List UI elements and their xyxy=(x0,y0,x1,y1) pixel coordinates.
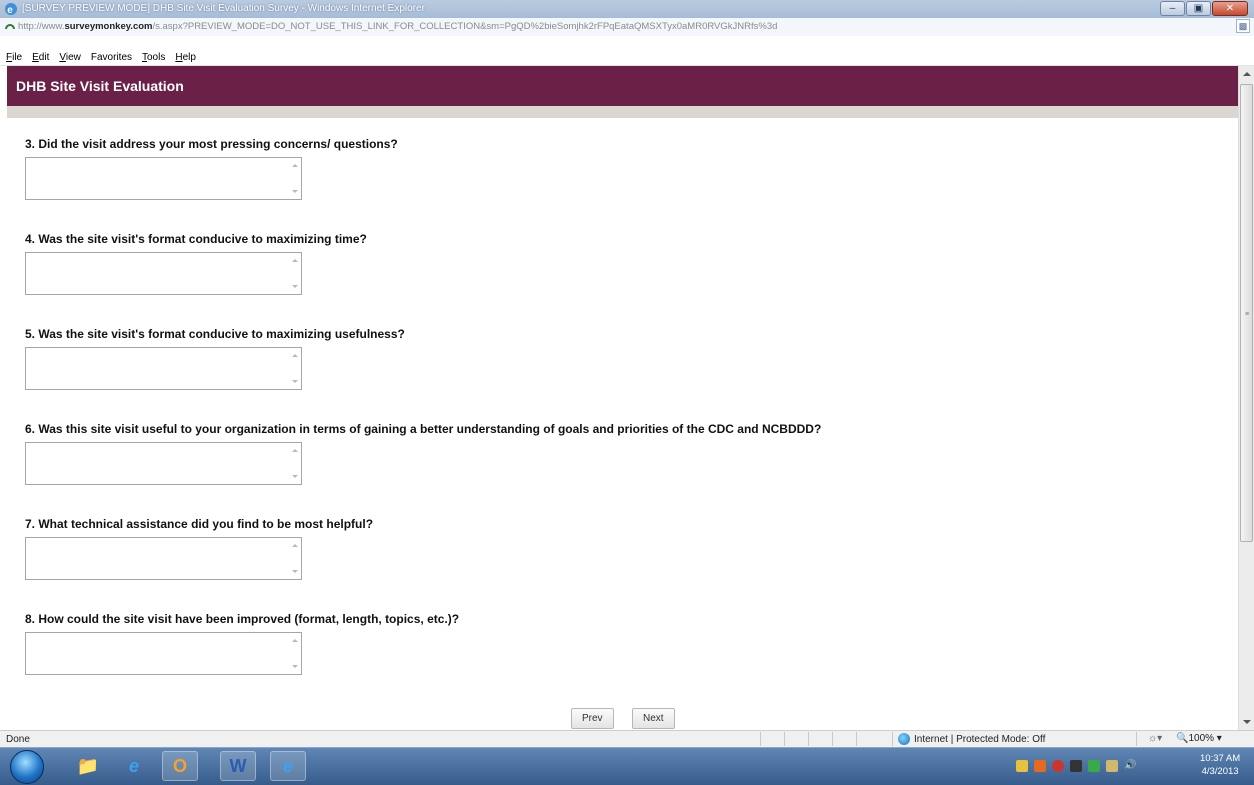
security-zone-label: Internet | Protected Mode: Off xyxy=(914,733,1046,745)
volume-icon[interactable]: 🔊 xyxy=(1124,760,1136,772)
address-bar[interactable]: http://www.surveymonkey.com/s.aspx?PREVI… xyxy=(0,18,1254,37)
question-text: 3. Did the visit address your most press… xyxy=(25,137,398,151)
scroll-up-icon[interactable] xyxy=(1243,72,1251,76)
header-divider xyxy=(7,106,1238,118)
menu-edit[interactable]: Edit xyxy=(32,52,49,63)
loading-icon xyxy=(5,24,15,30)
menu-favorites[interactable]: Favorites xyxy=(91,52,132,63)
close-button[interactable]: ✕ xyxy=(1212,1,1248,16)
compatibility-view-icon[interactable]: ▩ xyxy=(1236,19,1250,33)
question-7: 7. What technical assistance did you fin… xyxy=(25,517,374,580)
tray-network-icon[interactable] xyxy=(1070,760,1082,772)
word-icon[interactable]: W xyxy=(220,751,256,781)
taskbar-clock[interactable]: 10:37 AM 4/3/2013 xyxy=(1200,752,1240,778)
survey-title: DHB Site Visit Evaluation xyxy=(16,78,184,94)
question-4: 4. Was the site visit's format conducive… xyxy=(25,232,367,295)
status-bar: Done Internet | Protected Mode: Off ☼▾ 🔍… xyxy=(0,730,1254,748)
survey-header: DHB Site Visit Evaluation xyxy=(7,66,1238,106)
globe-icon xyxy=(898,733,910,745)
answer-textarea-6[interactable] xyxy=(25,442,302,485)
question-text: 8. How could the site visit have been im… xyxy=(25,612,460,626)
outlook-tray-icon[interactable] xyxy=(1034,760,1046,772)
window-title-bar: e [SURVEY PREVIEW MODE] DHB Site Visit E… xyxy=(0,0,1254,19)
answer-textarea-8[interactable] xyxy=(25,632,302,675)
system-tray: 🔊 xyxy=(1016,760,1136,772)
clock-time: 10:37 AM xyxy=(1200,753,1241,764)
question-text: 4. Was the site visit's format conducive… xyxy=(25,232,367,246)
textarea-scrollbar[interactable] xyxy=(289,443,301,484)
minimize-button[interactable]: – xyxy=(1160,1,1185,16)
answer-textarea-7[interactable] xyxy=(25,537,302,580)
answer-textarea-3[interactable] xyxy=(25,157,302,200)
textarea-scrollbar[interactable] xyxy=(289,633,301,674)
menu-bar: File Edit View Favorites Tools Help xyxy=(0,36,1254,66)
question-3: 3. Did the visit address your most press… xyxy=(25,137,398,200)
grip-icon: ≡ xyxy=(1245,311,1250,318)
maximize-button[interactable]: ▣ xyxy=(1186,1,1211,16)
question-text: 6. Was this site visit useful to your or… xyxy=(25,422,822,436)
question-text: 5. Was the site visit's format conducive… xyxy=(25,327,405,341)
tray-flag-icon[interactable] xyxy=(1106,760,1118,772)
textarea-scrollbar[interactable] xyxy=(289,538,301,579)
textarea-scrollbar[interactable] xyxy=(289,158,301,199)
question-text: 7. What technical assistance did you fin… xyxy=(25,517,374,531)
ie-active-taskbar-icon[interactable]: e xyxy=(270,751,306,781)
next-button[interactable]: Next xyxy=(632,708,675,729)
menu-file[interactable]: File xyxy=(6,52,22,63)
page-scrollbar[interactable]: ≡ xyxy=(1238,66,1254,730)
answer-textarea-4[interactable] xyxy=(25,252,302,295)
question-8: 8. How could the site visit have been im… xyxy=(25,612,460,675)
start-button[interactable] xyxy=(10,750,44,784)
security-zone[interactable]: Internet | Protected Mode: Off xyxy=(898,733,1045,745)
question-5: 5. Was the site visit's format conducive… xyxy=(25,327,405,390)
textarea-scrollbar[interactable] xyxy=(289,348,301,389)
windows-taskbar: 📁 e O W e 🔊 10:37 AM 4/3/2013 xyxy=(0,747,1254,785)
svg-text:e: e xyxy=(7,5,13,16)
outlook-icon[interactable]: O xyxy=(162,751,198,781)
window-title: [SURVEY PREVIEW MODE] DHB Site Visit Eva… xyxy=(22,3,425,14)
tray-app-icon[interactable] xyxy=(1052,760,1064,772)
security-check-icon[interactable] xyxy=(1088,760,1100,772)
status-text: Done xyxy=(6,734,30,745)
clock-date: 4/3/2013 xyxy=(1201,766,1239,777)
menu-tools[interactable]: Tools xyxy=(142,52,165,63)
security-icon[interactable]: ☼▾ xyxy=(1148,733,1162,744)
explorer-folder-icon[interactable]: 📁 xyxy=(70,751,106,781)
menu-help[interactable]: Help xyxy=(175,52,196,63)
scroll-down-icon[interactable] xyxy=(1243,720,1251,724)
ie-logo-icon: e xyxy=(5,3,17,16)
question-6: 6. Was this site visit useful to your or… xyxy=(25,422,822,485)
address-url[interactable]: http://www.surveymonkey.com/s.aspx?PREVI… xyxy=(18,21,777,32)
scrollbar-thumb[interactable]: ≡ xyxy=(1240,84,1253,542)
zoom-level[interactable]: 🔍100% ▾ xyxy=(1176,733,1222,744)
textarea-scrollbar[interactable] xyxy=(289,253,301,294)
window-controls: – ▣ ✕ xyxy=(1160,1,1248,16)
prev-button[interactable]: Prev xyxy=(571,708,614,729)
page-viewport: DHB Site Visit Evaluation 3. Did the vis… xyxy=(7,66,1238,730)
ie-taskbar-icon[interactable]: e xyxy=(116,751,152,781)
mail-icon[interactable] xyxy=(1016,760,1028,772)
menu-view[interactable]: View xyxy=(59,52,81,63)
answer-textarea-5[interactable] xyxy=(25,347,302,390)
